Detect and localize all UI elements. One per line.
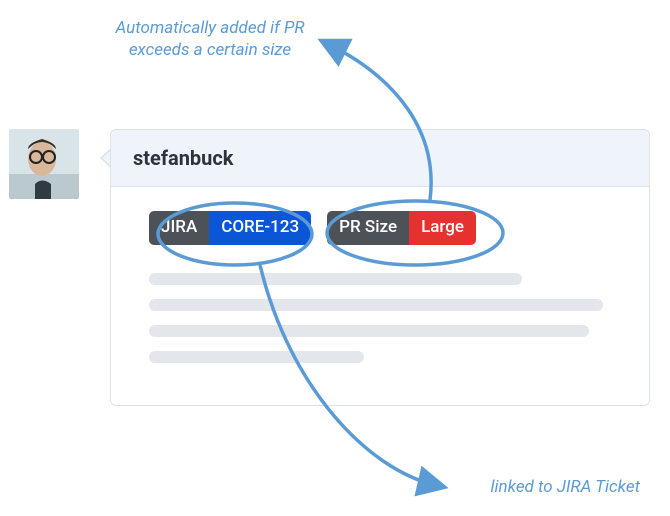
badge-prsize[interactable]: PR Size Large	[327, 211, 476, 245]
annotation-prsize: Automatically added if PR exceeds a cert…	[95, 17, 325, 61]
badge-jira[interactable]: JIRA CORE-123	[149, 211, 311, 245]
comment-box: stefanbuck JIRA CORE-123 PR Size Large	[110, 129, 650, 406]
text-placeholder	[149, 299, 603, 311]
comment-body: JIRA CORE-123 PR Size Large	[111, 187, 649, 405]
badge-prsize-left: PR Size	[327, 211, 409, 245]
badge-prsize-right: Large	[409, 211, 476, 245]
annotation-jira: linked to JIRA Ticket	[491, 476, 641, 498]
badge-jira-right: CORE-123	[209, 211, 311, 245]
text-placeholder	[149, 273, 522, 285]
comment-author: stefanbuck	[111, 130, 649, 187]
badge-jira-left: JIRA	[149, 211, 209, 245]
text-placeholder	[149, 325, 589, 337]
avatar	[9, 129, 79, 199]
text-placeholder	[149, 351, 364, 363]
badge-row: JIRA CORE-123 PR Size Large	[149, 211, 627, 245]
